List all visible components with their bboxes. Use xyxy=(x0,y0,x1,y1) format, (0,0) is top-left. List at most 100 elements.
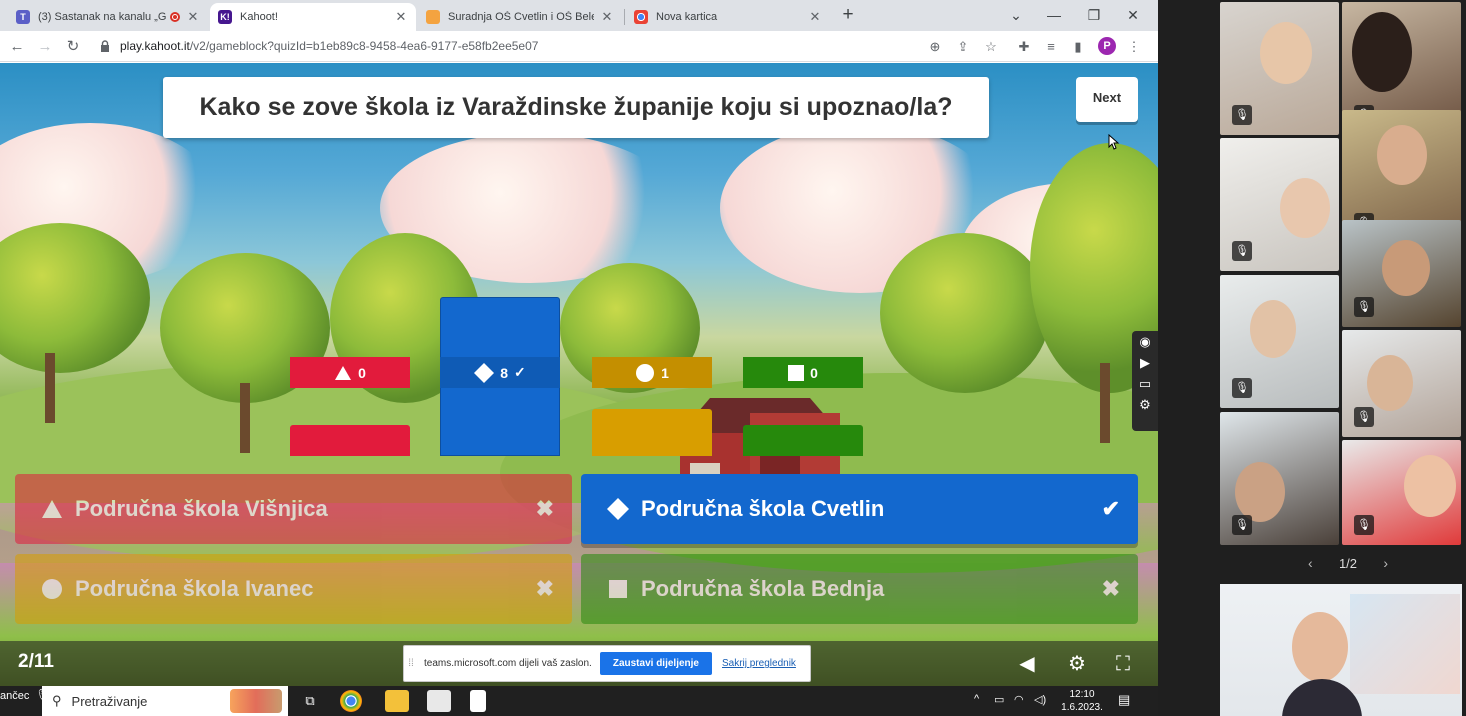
taskbar-search[interactable]: ⚲ Pretraživanje xyxy=(42,686,288,716)
share-icon[interactable]: ⇪ xyxy=(954,38,972,56)
gear-icon[interactable]: ⚙ xyxy=(1132,394,1158,415)
document-icon[interactable] xyxy=(470,690,486,712)
fullscreen-icon[interactable]: ⛶ xyxy=(1110,651,1136,677)
reload-button[interactable]: ↻ xyxy=(62,36,84,58)
diamond-icon xyxy=(474,362,495,383)
participant-tile[interactable]: 🎙 xyxy=(1220,2,1339,135)
zoom-icon[interactable]: ⊕ xyxy=(926,38,944,56)
answer-option-circle[interactable]: Područna škola Ivanec ✖ xyxy=(15,554,572,624)
capture-side-panel: ◉ ▶ ▭ ⚙ xyxy=(1132,331,1158,431)
hide-link[interactable]: Sakrij preglednik xyxy=(722,658,796,669)
checkmark-icon: ✓ xyxy=(514,364,526,380)
close-window-button[interactable]: ✕ xyxy=(1119,4,1147,26)
profile-avatar[interactable]: P xyxy=(1098,37,1116,55)
drag-handle-icon[interactable]: ⁞⁞ xyxy=(404,658,418,669)
participant-video xyxy=(1250,300,1296,358)
muted-mic-icon: 🎙 xyxy=(1232,378,1252,398)
url-host: play.kahoot.it xyxy=(120,39,190,53)
tab-nova-kartica[interactable]: Nova kartica ✕ xyxy=(626,3,830,31)
close-icon[interactable]: ✕ xyxy=(600,9,614,25)
clock-date: 1.6.2023. xyxy=(1061,702,1103,713)
answer-option-triangle[interactable]: Područna škola Višnjica ✖ xyxy=(15,474,572,544)
tab-teams[interactable]: T (3) Sastanak na kanalu „Gene ✕ xyxy=(8,3,208,31)
participant-video xyxy=(1382,240,1430,296)
result-bar-triangle xyxy=(290,425,410,456)
forward-button[interactable]: → xyxy=(34,36,56,58)
media-icon[interactable]: ≡ xyxy=(1042,38,1060,56)
tray-chevron-icon[interactable]: ^ xyxy=(974,693,979,705)
close-icon[interactable]: ✕ xyxy=(808,9,822,25)
participant-video xyxy=(1352,12,1412,92)
tree-trunk xyxy=(45,353,55,423)
taskbar-clock[interactable]: 12:10 1.6.2023. xyxy=(1060,688,1104,714)
back-button[interactable]: ← xyxy=(6,36,28,58)
result-count: 0 xyxy=(358,364,366,381)
notepad-icon[interactable] xyxy=(427,690,451,712)
presenter-face xyxy=(1292,612,1348,682)
tab-title: (3) Sastanak na kanalu „Gene xyxy=(38,11,166,23)
result-label-square: 0 xyxy=(743,357,863,388)
chrome-taskbar-icon[interactable] xyxy=(340,690,362,712)
extensions-icon[interactable]: ✚ xyxy=(1015,38,1033,56)
participant-tile[interactable]: 🎙 xyxy=(1342,220,1461,327)
answer-option-diamond[interactable]: Područna škola Cvetlin ✔ xyxy=(581,474,1138,544)
lock-icon xyxy=(101,40,109,52)
file-explorer-icon[interactable] xyxy=(385,690,409,712)
page-indicator: 1/2 xyxy=(1338,555,1358,571)
participants-pager: ‹ 1/2 › xyxy=(1308,555,1388,571)
kahoot-icon: K! xyxy=(218,10,232,24)
share-message: teams.microsoft.com dijeli vaš zaslon. xyxy=(424,658,592,669)
stop-sharing-button[interactable]: Zaustavi dijeljenje xyxy=(599,652,712,675)
windows-taskbar: ančec 🎙 ⚲ Pretraživanje ⧉ ^ ▭ ◠ ◁) 12:10… xyxy=(0,686,1158,716)
tab-suradnja[interactable]: Suradnja OŠ Cvetlin i OŠ Belec ✕ xyxy=(418,3,622,31)
new-tab-button[interactable]: + xyxy=(838,4,858,26)
muted-mic-icon: 🎙 xyxy=(1232,515,1252,535)
participant-video xyxy=(1377,125,1427,185)
menu-kebab-icon[interactable]: ⋮ xyxy=(1125,38,1143,56)
notification-icon[interactable]: ▤ xyxy=(1118,692,1130,708)
tab-search-button[interactable]: ⌄ xyxy=(1002,4,1030,26)
diamond-icon xyxy=(607,498,629,520)
video-icon[interactable]: ▶ xyxy=(1132,352,1158,373)
camera-icon[interactable]: ◉ xyxy=(1132,331,1158,352)
question-banner: Kako se zove škola iz Varaždinske župani… xyxy=(163,77,989,138)
next-button[interactable]: Next xyxy=(1076,77,1138,122)
wall-poster xyxy=(1350,594,1460,694)
chevron-right-icon[interactable]: › xyxy=(1383,555,1388,571)
participant-tile[interactable]: 🎙 xyxy=(1220,412,1339,545)
participant-tile[interactable]: 🎙 xyxy=(1342,440,1461,545)
result-label-diamond: 8 ✓ xyxy=(440,357,560,388)
battery-icon: ▭ xyxy=(994,694,1005,706)
volume-icon[interactable]: ◀ xyxy=(1014,651,1040,677)
participant-tile[interactable]: 🎙 xyxy=(1342,330,1461,437)
speaker-icon[interactable]: ◁) xyxy=(1034,693,1046,706)
search-highlight-image xyxy=(230,689,282,713)
url-path: /v2/gameblock?quizId=b1eb89c8-9458-4ea6-… xyxy=(189,39,539,53)
participant-tile[interactable]: 🎙 xyxy=(1220,138,1339,271)
clock-time: 12:10 xyxy=(1069,689,1095,700)
muted-mic-icon: 🎙 xyxy=(1354,407,1374,427)
recording-icon xyxy=(170,12,180,22)
chevron-left-icon[interactable]: ‹ xyxy=(1308,555,1313,571)
address-bar[interactable]: play.kahoot.it/v2/gameblock?quizId=b1eb8… xyxy=(92,34,1012,59)
participant-video xyxy=(1235,462,1285,522)
result-label-triangle: 0 xyxy=(290,357,410,388)
result-bar-circle xyxy=(592,409,712,456)
answer-text: Područna škola Ivanec xyxy=(75,576,314,601)
participant-video xyxy=(1280,178,1330,238)
wifi-icon[interactable]: ◠ xyxy=(1014,693,1024,706)
task-view-icon[interactable]: ⧉ xyxy=(298,690,322,712)
tab-kahoot[interactable]: K! Kahoot! ✕ xyxy=(210,3,416,31)
close-icon[interactable]: ✕ xyxy=(186,9,200,25)
minimize-button[interactable]: — xyxy=(1040,4,1068,26)
close-icon[interactable]: ✕ xyxy=(394,9,408,25)
bookmark-star-icon[interactable]: ☆ xyxy=(982,38,1000,56)
restore-button[interactable]: ❐ xyxy=(1080,4,1108,26)
participant-tile[interactable]: 🎙 xyxy=(1220,275,1339,408)
settings-gear-icon[interactable]: ⚙ xyxy=(1064,651,1090,677)
window-icon[interactable]: ▭ xyxy=(1132,373,1158,394)
triangle-icon xyxy=(335,365,352,380)
url-text: play.kahoot.it/v2/gameblock?quizId=b1eb8… xyxy=(120,39,538,53)
side-panel-icon[interactable]: ▮ xyxy=(1069,38,1087,56)
answer-option-square[interactable]: Područna škola Bednja ✖ xyxy=(581,554,1138,624)
